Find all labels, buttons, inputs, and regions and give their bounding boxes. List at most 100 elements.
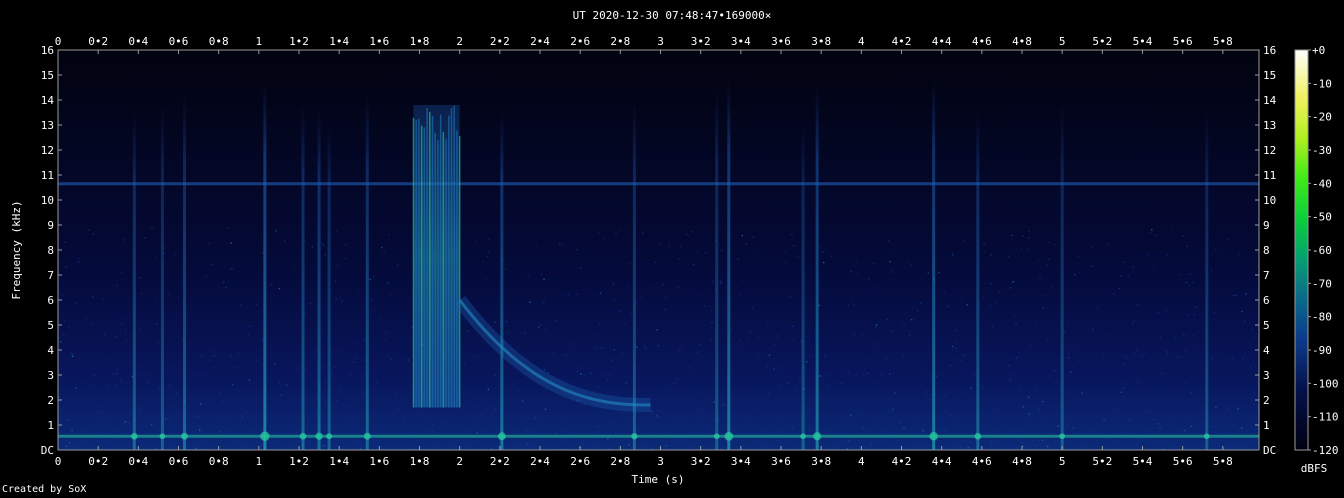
noise-speck	[1038, 411, 1040, 414]
noise-speck	[120, 412, 123, 414]
sferic	[727, 80, 731, 450]
sferic-base	[181, 432, 189, 440]
noise-speck	[236, 441, 239, 444]
noise-speck	[340, 387, 342, 390]
noise-speck	[864, 368, 866, 371]
noise-speck	[195, 441, 197, 443]
noise-speck	[1079, 446, 1081, 448]
noise-speck	[757, 408, 759, 410]
noise-speck	[424, 428, 426, 430]
noise-speck	[1186, 420, 1188, 422]
noise-speck	[494, 407, 496, 410]
noise-speck	[966, 304, 968, 306]
noise-speck	[1082, 440, 1084, 442]
noise-speck	[660, 444, 662, 446]
x-tick-label-bottom: 3	[657, 455, 664, 468]
noise-speck	[1082, 444, 1084, 446]
noise-speck	[364, 373, 366, 375]
noise-speck	[186, 424, 189, 426]
noise-speck	[926, 390, 929, 392]
noise-speck	[488, 238, 490, 240]
noise-speck	[1053, 369, 1055, 372]
noise-speck	[498, 399, 500, 401]
noise-speck	[759, 439, 761, 441]
noise-speck	[467, 444, 469, 447]
noise-speck	[662, 283, 664, 286]
noise-speck	[485, 278, 487, 280]
noise-speck	[919, 302, 922, 304]
noise-speck	[956, 329, 958, 331]
noise-speck	[364, 339, 366, 341]
noise-speck	[1186, 245, 1188, 247]
noise-speck	[1133, 352, 1135, 354]
noise-speck	[1241, 310, 1243, 313]
noise-speck	[1142, 354, 1144, 356]
sferic-base	[363, 432, 371, 440]
noise-speck	[741, 280, 743, 283]
noise-speck	[749, 331, 751, 334]
noise-speck	[874, 382, 876, 384]
noise-speck	[868, 304, 871, 307]
sferic-base	[315, 432, 323, 440]
sferic	[1205, 112, 1209, 450]
noise-speck	[1199, 447, 1201, 449]
noise-speck	[395, 393, 397, 395]
noise-speck	[1100, 394, 1103, 396]
noise-speck	[1094, 361, 1096, 364]
sferic-base	[326, 433, 333, 440]
noise-speck	[867, 372, 869, 374]
noise-speck	[144, 237, 146, 239]
x-tick-label-top: 1•2	[289, 35, 309, 48]
noise-speck	[379, 396, 381, 398]
noise-speck	[1012, 281, 1014, 283]
noise-speck	[527, 319, 529, 322]
noise-speck	[106, 385, 109, 388]
y-tick-label-right: 13	[1263, 119, 1276, 132]
noise-speck	[1132, 323, 1134, 325]
noise-speck	[982, 296, 985, 299]
noise-speck	[1212, 425, 1215, 428]
noise-speck	[1038, 407, 1040, 410]
noise-speck	[476, 432, 478, 434]
noise-speck	[1009, 399, 1012, 401]
noise-speck	[990, 444, 992, 446]
noise-speck	[830, 255, 832, 257]
noise-speck	[476, 305, 478, 308]
noise-speck	[1122, 382, 1125, 384]
noise-speck	[563, 447, 566, 449]
noise-speck	[1068, 352, 1070, 354]
noise-speck	[248, 379, 251, 381]
noise-speck	[1242, 446, 1244, 449]
noise-speck	[1194, 414, 1196, 416]
noise-speck	[201, 441, 203, 444]
noise-speck	[139, 406, 142, 409]
noise-speck	[1174, 337, 1176, 339]
y-tick-label-right: 8	[1263, 244, 1270, 257]
noise-speck	[158, 341, 160, 343]
noise-speck	[970, 387, 973, 389]
x-tick-label-bottom: 4•8	[1012, 455, 1032, 468]
noise-speck	[1064, 429, 1066, 431]
noise-speck	[626, 417, 628, 420]
noise-speck	[472, 440, 474, 443]
noise-speck	[675, 378, 678, 381]
noise-speck	[215, 351, 217, 353]
noise-speck	[385, 332, 387, 334]
noise-speck	[644, 345, 646, 347]
noise-speck	[229, 418, 231, 420]
noise-speck	[1078, 376, 1080, 379]
noise-speck	[911, 319, 913, 321]
noise-speck	[1078, 389, 1080, 391]
noise-speck	[768, 393, 770, 395]
noise-speck	[339, 297, 341, 299]
noise-speck	[227, 227, 229, 229]
colorbar-tick-label: +0	[1312, 44, 1325, 57]
noise-speck	[692, 231, 694, 233]
noise-speck	[927, 272, 929, 274]
noise-speck	[296, 369, 298, 372]
noise-speck	[370, 421, 373, 423]
noise-speck	[169, 384, 171, 387]
x-axis-label: Time (s)	[632, 473, 685, 486]
noise-speck	[529, 301, 531, 303]
noise-speck	[1166, 352, 1168, 355]
